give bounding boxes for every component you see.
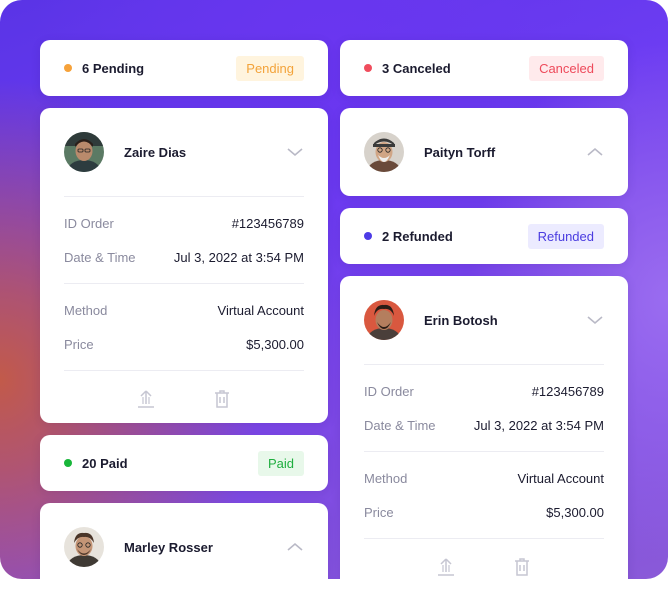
method-row: Method Virtual Account <box>64 302 304 318</box>
refunded-badge: Refunded <box>527 223 604 249</box>
chevron-up-icon[interactable] <box>586 143 604 161</box>
order-header[interactable]: Paityn Torff <box>340 108 628 196</box>
canceled-badge: Canceled <box>529 55 604 81</box>
customer-name: Zaire Dias <box>124 144 187 160</box>
price-row: Price $5,300.00 <box>364 504 604 520</box>
trash-icon[interactable] <box>211 388 233 410</box>
paid-status-card[interactable]: 20 Paid Paid <box>40 435 328 491</box>
id-order-row: ID Order #123456789 <box>364 383 604 399</box>
canceled-count: 3 Canceled <box>382 60 451 76</box>
method-row: Method Virtual Account <box>364 470 604 486</box>
pending-count: 6 Pending <box>82 60 145 76</box>
paid-count: 20 Paid <box>82 455 128 471</box>
customer-name: Erin Botosh <box>424 312 498 328</box>
pending-status-card[interactable]: 6 Pending Pending <box>40 40 328 96</box>
canceled-status-card[interactable]: 3 Canceled Canceled <box>340 40 628 96</box>
refunded-status-card[interactable]: 2 Refunded Refunded <box>340 208 628 264</box>
price-row: Price $5,300.00 <box>64 336 304 352</box>
customer-name: Marley Rosser <box>124 539 213 555</box>
pending-badge: Pending <box>236 55 304 81</box>
chevron-down-icon[interactable] <box>586 311 604 329</box>
date-time-row: Date & Time Jul 3, 2022 at 3:54 PM <box>64 249 304 265</box>
refunded-dot <box>364 232 372 240</box>
customer-name: Paityn Torff <box>424 144 496 160</box>
order-card-zaire: Zaire Dias ID Order #123456789 Date & Tim… <box>40 108 328 423</box>
refunded-count: 2 Refunded <box>382 228 453 244</box>
order-card-marley: Marley Rosser <box>40 503 328 579</box>
avatar <box>364 132 404 172</box>
canceled-dot <box>364 64 372 72</box>
avatar <box>64 527 104 567</box>
order-header[interactable]: Zaire Dias <box>40 108 328 196</box>
order-header[interactable]: Erin Botosh <box>340 276 628 364</box>
trash-icon[interactable] <box>511 556 533 578</box>
upload-icon[interactable] <box>135 388 157 410</box>
id-order-row: ID Order #123456789 <box>64 215 304 231</box>
background-frame: 6 Pending Pending Zaire Dias ID Order #1… <box>0 0 668 579</box>
pending-dot <box>64 64 72 72</box>
paid-badge: Paid <box>257 450 304 476</box>
avatar <box>364 300 404 340</box>
upload-icon[interactable] <box>435 556 457 578</box>
date-time-row: Date & Time Jul 3, 2022 at 3:54 PM <box>364 417 604 433</box>
avatar <box>64 132 104 172</box>
chevron-down-icon[interactable] <box>286 143 304 161</box>
order-card-paityn: Paityn Torff <box>340 108 628 196</box>
order-header[interactable]: Marley Rosser <box>40 503 328 579</box>
order-card-erin: Erin Botosh ID Order #123456789 Date & Ti… <box>340 276 628 579</box>
paid-dot <box>64 459 72 467</box>
chevron-up-icon[interactable] <box>286 538 304 556</box>
